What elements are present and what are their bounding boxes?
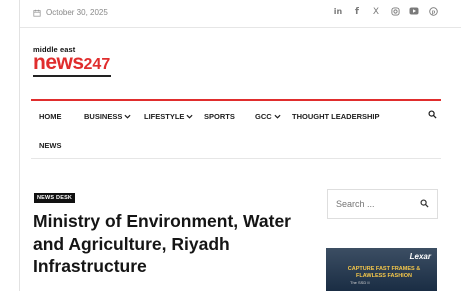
ad-brand: Lexar	[409, 252, 431, 261]
search-icon[interactable]	[420, 199, 429, 208]
date-text: October 30, 2025	[46, 8, 108, 17]
nav-gcc[interactable]: GCC	[255, 112, 281, 121]
category-badge[interactable]: NEWS DESK	[34, 193, 76, 203]
nav-news[interactable]: NEWS	[39, 141, 62, 150]
x-icon[interactable]: X	[371, 7, 381, 17]
calendar-icon	[33, 9, 41, 17]
nav-lifestyle[interactable]: LIFESTYLE	[144, 112, 193, 121]
nav-home[interactable]: HOME	[39, 112, 62, 121]
search-icon[interactable]	[428, 110, 437, 119]
nav-business[interactable]: BUSINESS	[84, 112, 131, 121]
logo-wordmark: news247	[33, 51, 111, 74]
social-links: in f X p	[333, 7, 438, 17]
chevron-down-icon	[186, 114, 193, 119]
sidebar-search	[327, 189, 438, 219]
date-display: October 30, 2025	[33, 8, 108, 17]
linkedin-icon[interactable]: in	[333, 7, 343, 17]
chevron-down-icon	[124, 114, 131, 119]
nav-news-label: NEWS	[39, 141, 62, 150]
article-headline[interactable]: Ministry of Environment, Water and Agric…	[33, 210, 303, 278]
youtube-icon[interactable]	[409, 7, 419, 17]
ad-subtext: The SSD II	[350, 280, 370, 285]
sidebar-ad-banner[interactable]: Lexar CAPTURE FAST FRAMES & FLAWLESS FAS…	[326, 248, 437, 291]
logo-word: news	[33, 51, 84, 74]
nav-business-label: BUSINESS	[84, 112, 123, 121]
chevron-down-icon	[274, 114, 281, 119]
nav-gcc-label: GCC	[255, 112, 272, 121]
pinterest-icon[interactable]: p	[428, 7, 438, 17]
nav-lifestyle-label: LIFESTYLE	[144, 112, 185, 121]
nav-top-rule	[31, 99, 441, 101]
instagram-icon[interactable]	[390, 7, 400, 17]
search-input[interactable]	[336, 196, 416, 212]
nav-sports-label: SPORTS	[204, 112, 235, 121]
nav-thought-leadership[interactable]: THOUGHT LEADERSHIP	[292, 112, 380, 121]
page-frame: October 30, 2025 in f X p middle east ne…	[19, 0, 461, 291]
nav-sports[interactable]: SPORTS	[204, 112, 235, 121]
nav-thought-leadership-label: THOUGHT LEADERSHIP	[292, 112, 380, 121]
site-logo[interactable]: middle east news247	[33, 46, 111, 77]
nav-bottom-rule	[31, 158, 441, 159]
ad-headline: CAPTURE FAST FRAMES & FLAWLESS FASHION	[347, 266, 421, 279]
logo-underline	[33, 75, 111, 77]
logo-number: 247	[83, 56, 111, 73]
facebook-icon[interactable]: f	[352, 7, 362, 17]
nav-home-label: HOME	[39, 112, 62, 121]
top-bar: October 30, 2025 in f X p	[20, 0, 461, 28]
